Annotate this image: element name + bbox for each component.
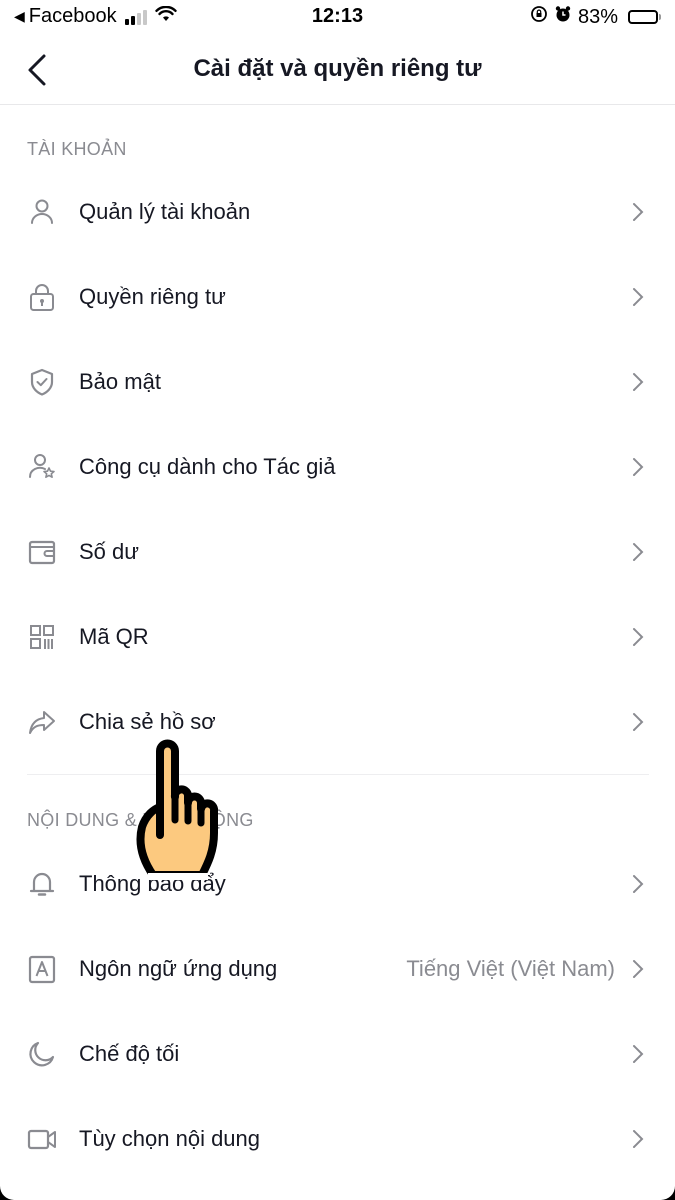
status-bar: ◀ Facebook 12:13 83% (0, 0, 675, 36)
settings-screen: ◀ Facebook 12:13 83% Cài đặt và quyền ri… (0, 0, 675, 1200)
page-title: Cài đặt và quyền riêng tư (193, 55, 482, 82)
settings-item-creator-tools[interactable]: Công cụ dành cho Tác giả (0, 424, 675, 509)
battery-tip (659, 14, 661, 20)
lock-icon (27, 282, 57, 312)
settings-item-security[interactable]: Bảo mật (0, 339, 675, 424)
settings-item-content-preferences[interactable]: Tùy chọn nội dung (0, 1096, 675, 1181)
chevron-right-icon (631, 958, 645, 980)
chevron-right-icon (631, 286, 645, 308)
chevron-right-icon (631, 371, 645, 393)
chevron-right-icon (631, 1043, 645, 1065)
chevron-right-icon (631, 1128, 645, 1150)
bell-icon (27, 869, 57, 899)
moon-icon (27, 1039, 57, 1069)
settings-item-manage-account[interactable]: Quản lý tài khoản (0, 169, 675, 254)
item-label: Tùy chọn nội dung (79, 1125, 261, 1151)
section-header-account: TÀI KHOẢN (27, 139, 127, 159)
shield-check-icon (27, 367, 57, 397)
settings-item-push-notifications[interactable]: Thông báo đẩy (0, 841, 675, 926)
section-divider (27, 774, 649, 775)
qr-code-icon (27, 622, 57, 652)
section-header-content-activity: NỘI DUNG & HOẠT ĐỘNG (27, 810, 254, 830)
rotation-lock-icon (530, 5, 548, 29)
chevron-right-icon (631, 541, 645, 563)
item-label: Ngôn ngữ ứng dụng (79, 955, 278, 981)
chevron-right-icon (631, 873, 645, 895)
item-label: Quản lý tài khoản (79, 198, 251, 224)
item-label: Bảo mật (79, 368, 161, 394)
settings-item-share-profile[interactable]: Chia sẻ hồ sơ (0, 679, 675, 764)
share-arrow-icon (27, 707, 57, 737)
item-label: Quyền riêng tư (79, 283, 226, 309)
wallet-icon (27, 537, 57, 567)
item-label: Thông báo đẩy (79, 870, 226, 896)
item-label: Chia sẻ hồ sơ (79, 708, 216, 734)
current-language-value: Tiếng Việt (Việt Nam) (406, 955, 615, 981)
settings-item-balance[interactable]: Số dư (0, 509, 675, 594)
item-label: Số dư (79, 538, 139, 564)
chevron-right-icon (631, 456, 645, 478)
video-camera-icon (27, 1124, 57, 1154)
settings-item-qr-code[interactable]: Mã QR (0, 594, 675, 679)
battery-icon (624, 10, 661, 24)
status-bar-right: 83% (524, 5, 661, 29)
person-star-icon (27, 452, 57, 482)
settings-item-app-language[interactable]: Ngôn ngữ ứng dụng Tiếng Việt (Việt Nam) (0, 926, 675, 1011)
person-icon (27, 197, 57, 227)
settings-item-dark-mode[interactable]: Chế độ tối (0, 1011, 675, 1096)
chevron-right-icon (631, 711, 645, 733)
item-label: Công cụ dành cho Tác giả (79, 453, 336, 479)
settings-item-privacy[interactable]: Quyền riêng tư (0, 254, 675, 339)
language-a-icon (27, 954, 57, 984)
alarm-icon (554, 5, 572, 29)
chevron-right-icon (631, 201, 645, 223)
chevron-right-icon (631, 626, 645, 648)
battery-percent: 83% (577, 5, 618, 28)
item-label: Chế độ tối (79, 1040, 180, 1066)
item-label: Mã QR (79, 623, 149, 649)
nav-bar: Cài đặt và quyền riêng tư (0, 36, 675, 105)
